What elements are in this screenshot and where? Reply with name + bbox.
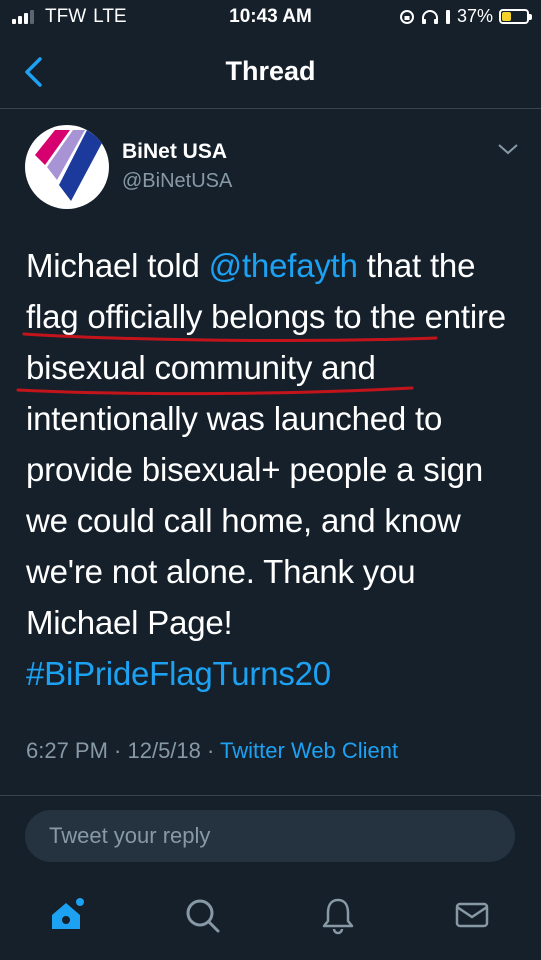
tweet-meta: 6:27 PM · 12/5/18 · Twitter Web Client	[26, 738, 398, 764]
status-right: 37%	[399, 6, 532, 27]
author-name[interactable]: BiNet USA	[122, 140, 227, 164]
location-icon	[445, 9, 450, 24]
battery-icon	[499, 9, 532, 24]
nav-bar: Thread	[0, 36, 541, 109]
divider	[0, 795, 541, 796]
tweet-client-link[interactable]: Twitter Web Client	[220, 738, 398, 763]
tweet-text-part: Michael told	[26, 247, 209, 284]
author-handle[interactable]: @BiNetUSA	[122, 170, 232, 193]
tweet-timestamp: 6:27 PM · 12/5/18 ·	[26, 738, 221, 763]
messages-icon[interactable]	[452, 895, 492, 935]
reply-input[interactable]: Tweet your reply	[25, 810, 515, 862]
binet-logo	[35, 130, 103, 201]
page-title: Thread	[225, 56, 316, 86]
mention-link[interactable]: @thefayth	[209, 247, 358, 284]
battery-percent: 37%	[456, 6, 493, 26]
orientation-lock-icon	[399, 9, 414, 24]
headphones-icon	[421, 9, 438, 24]
tab-bar	[0, 875, 541, 960]
notifications-icon[interactable]	[318, 895, 358, 935]
hashtag-link[interactable]: #BiPrideFlagTurns20	[26, 655, 331, 692]
tweet-text: Michael told @thefayth that the flag off…	[26, 240, 526, 699]
status-bar: TFW LTE 10:43 AM 37%	[0, 0, 541, 36]
avatar[interactable]	[25, 125, 109, 209]
tweet-text-part: that the flag officially belongs to the …	[26, 247, 506, 641]
home-icon[interactable]	[46, 895, 86, 935]
search-icon[interactable]	[182, 895, 222, 935]
chevron-down-icon[interactable]	[497, 142, 519, 156]
battery-fill	[502, 12, 511, 21]
